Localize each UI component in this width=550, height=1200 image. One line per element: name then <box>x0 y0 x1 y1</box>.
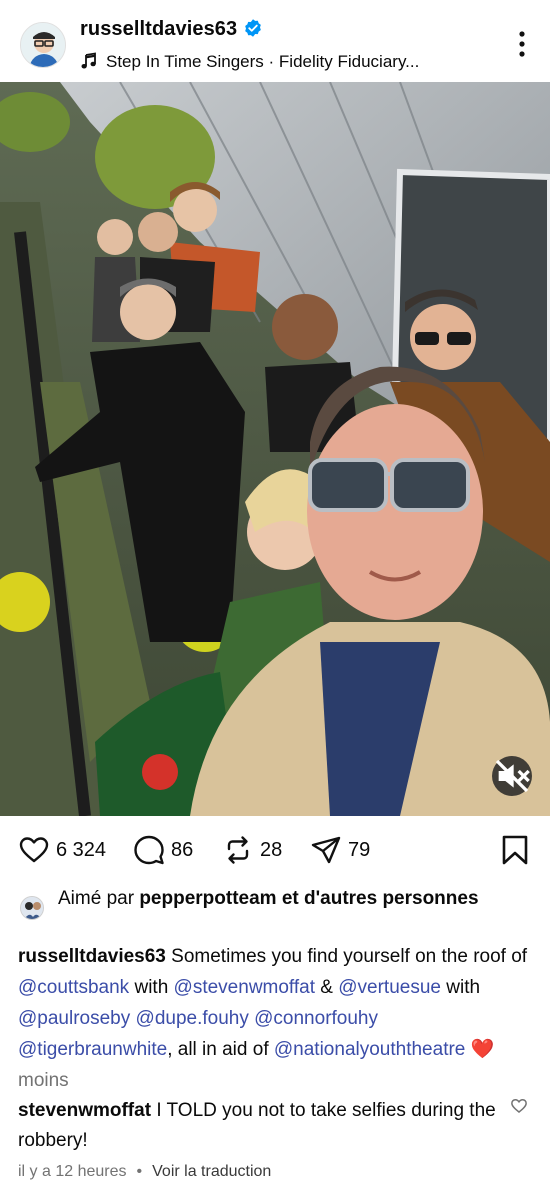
liked-by-row[interactable]: Aimé par pepperpotteam et d'autres perso… <box>18 882 538 938</box>
top-comment: stevenwmoffat I TOLD you not to take sel… <box>18 1096 498 1156</box>
liker-avatar[interactable] <box>20 896 44 920</box>
heart-emoji: ❤️ <box>470 1039 495 1060</box>
mention-link[interactable]: @stevenwmoffat <box>174 977 315 998</box>
liked-by-others[interactable]: et d'autres personnes <box>282 888 479 909</box>
caption-text: with <box>446 977 481 998</box>
post-header: russelltdavies63 Step In Time Singers · … <box>0 0 550 86</box>
bookmark-icon[interactable] <box>500 834 530 866</box>
post-footer: il y a 12 heures • Voir la traduction <box>18 1163 271 1181</box>
mute-toggle[interactable] <box>492 756 532 796</box>
repost-action[interactable]: 28 <box>222 834 282 866</box>
mention-link[interactable]: @dupe.fouhy <box>136 1008 249 1029</box>
comment-author[interactable]: stevenwmoffat <box>18 1100 151 1121</box>
repost-count[interactable]: 28 <box>260 839 282 862</box>
mention-link[interactable]: @nationalyouththeatre <box>274 1039 465 1060</box>
separator-dot: • <box>136 1163 143 1180</box>
share-count[interactable]: 79 <box>348 839 370 862</box>
post-timestamp: il y a 12 heures <box>18 1163 127 1180</box>
caption-text: , all in aid of <box>167 1039 269 1060</box>
liked-by-user[interactable]: pepperpotteam <box>139 888 276 909</box>
audio-track[interactable]: Step In Time Singers · Fidelity Fiduciar… <box>80 52 475 72</box>
caption-text: & <box>320 977 333 998</box>
post-actions: 6 324 86 28 79 <box>0 826 550 874</box>
comment-action[interactable]: 86 <box>133 834 193 866</box>
mention-link[interactable]: @paulroseby <box>18 1008 130 1029</box>
mention-link[interactable]: @tigerbraunwhite <box>18 1039 167 1060</box>
verified-badge-icon <box>245 19 262 37</box>
heart-icon[interactable] <box>18 834 50 866</box>
selfie-rooftop-image <box>0 82 550 816</box>
mention-link[interactable]: @connorfouhy <box>254 1008 378 1029</box>
share-action[interactable]: 79 <box>310 834 370 866</box>
mention-link[interactable]: @couttsbank <box>18 977 129 998</box>
comment-heart-icon[interactable] <box>510 1097 528 1115</box>
see-translation-link[interactable]: Voir la traduction <box>152 1163 271 1180</box>
repost-icon[interactable] <box>222 834 254 866</box>
music-note-icon <box>81 52 96 69</box>
caption-author[interactable]: russelltdavies63 <box>18 946 166 967</box>
speaker-muted-icon <box>495 759 530 793</box>
send-icon[interactable] <box>310 834 342 866</box>
caption-text: Sometimes you find yourself on the roof … <box>171 946 528 967</box>
mention-link[interactable]: @vertuesue <box>338 977 441 998</box>
more-vertical-icon[interactable] <box>516 30 528 58</box>
caption-text: with <box>134 977 169 998</box>
audio-track-label[interactable]: Step In Time Singers · Fidelity Fiduciar… <box>106 52 419 71</box>
post-caption: russelltdavies63 Sometimes you find your… <box>18 941 533 1096</box>
caption-less-toggle[interactable]: moins <box>18 1070 69 1091</box>
author-avatar[interactable] <box>20 22 66 68</box>
post-photo[interactable] <box>0 82 550 816</box>
liked-by-prefix: Aimé par <box>58 888 135 909</box>
like-count[interactable]: 6 324 <box>56 839 106 862</box>
comment-bubble-icon[interactable] <box>133 834 165 866</box>
liked-by-text: Aimé par pepperpotteam et d'autres perso… <box>58 886 479 911</box>
author-username[interactable]: russelltdavies63 <box>80 18 237 40</box>
like-action[interactable]: 6 324 <box>18 834 106 866</box>
comment-count[interactable]: 86 <box>171 839 193 862</box>
author-username-row[interactable]: russelltdavies63 <box>80 18 263 41</box>
